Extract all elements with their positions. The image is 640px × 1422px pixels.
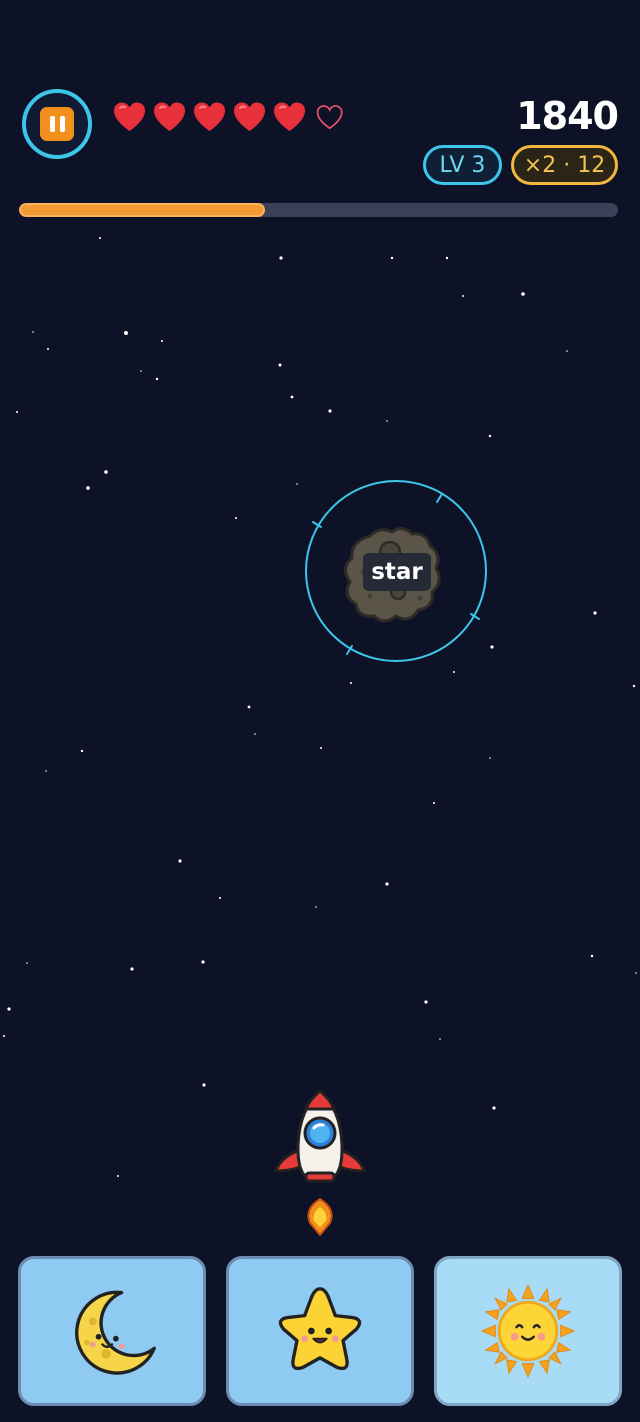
lives-indicator <box>112 100 347 135</box>
score-value: 1840 <box>516 94 619 138</box>
sun-icon <box>480 1283 576 1379</box>
level-badge: LV 3 <box>423 145 502 185</box>
answer-card-moon[interactable] <box>18 1256 206 1406</box>
answer-card-star[interactable] <box>226 1256 414 1406</box>
heart-full-icon <box>114 102 145 131</box>
heart-full-icon <box>194 102 225 131</box>
target-word-label: star <box>363 553 431 591</box>
pause-button[interactable] <box>22 89 92 159</box>
heart-empty-icon <box>316 105 343 130</box>
combo-badge: ×2 · 12 <box>511 145 618 185</box>
heart-full-icon <box>274 102 305 131</box>
answer-choices <box>18 1256 622 1408</box>
heart-full-icon <box>234 102 265 131</box>
moon-icon <box>75 1290 156 1375</box>
level-progress-bar <box>19 203 618 217</box>
level-progress-fill <box>19 203 265 217</box>
star-icon <box>278 1287 362 1371</box>
answer-card-sun[interactable] <box>434 1256 622 1406</box>
pause-icon <box>40 107 74 141</box>
rocket-icon <box>274 1089 366 1237</box>
heart-full-icon <box>154 102 185 131</box>
